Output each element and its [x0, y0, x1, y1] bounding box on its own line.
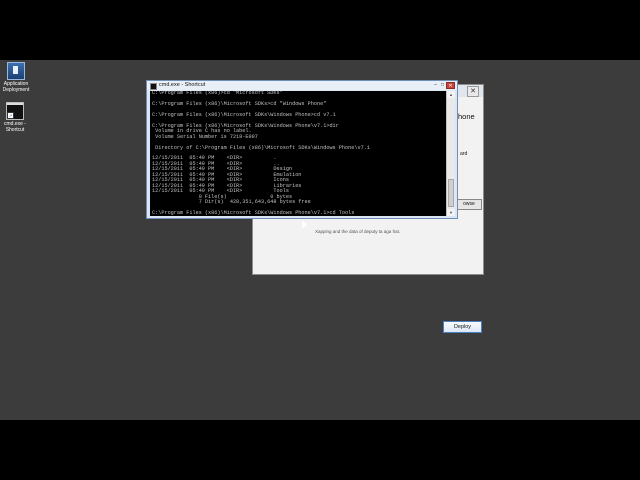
vertical-scrollbar[interactable]: ▲ ▼	[446, 91, 455, 216]
cmd-icon	[150, 83, 157, 90]
cmd-window: cmd.exe - Shortcut – □ ✕ C:\Program File…	[146, 80, 458, 219]
cmd-titlebar[interactable]: cmd.exe - Shortcut – □ ✕	[147, 81, 457, 90]
console-output[interactable]: C:\Program Files (x86)>cd "Microsoft SDK…	[150, 91, 448, 216]
desktop-icon-application-deployment[interactable]: Application Deployment	[0, 62, 34, 93]
scroll-up-icon[interactable]: ▲	[447, 91, 455, 98]
application-deployment-icon	[7, 62, 25, 80]
minimize-button[interactable]: –	[432, 82, 439, 89]
scrollbar-thumb[interactable]	[448, 179, 454, 207]
deploy-close-button[interactable]: ✕	[467, 86, 479, 97]
desktop-icon-label: Application Deployment	[2, 81, 30, 93]
close-button[interactable]: ✕	[446, 82, 455, 89]
cmd-icon: ↗	[6, 102, 24, 120]
cmd-window-title: cmd.exe - Shortcut	[159, 82, 206, 88]
deploy-button[interactable]: Deploy	[443, 321, 482, 333]
maximize-button[interactable]: □	[439, 82, 446, 89]
scroll-down-icon[interactable]: ▼	[447, 209, 455, 216]
desktop-icon-label: cmd.exe - Shortcut	[4, 121, 26, 133]
console-text: C:\Program Files (x86)>cd "Microsoft SDK…	[152, 91, 370, 216]
browse-button[interactable]: owse	[456, 199, 482, 210]
shortcut-arrow-icon: ↗	[7, 112, 14, 119]
deploy-label-fragment: ard	[460, 151, 468, 157]
deploy-title-fragment: hone	[458, 112, 475, 121]
desktop-icon-cmd-shortcut[interactable]: ↗ cmd.exe - Shortcut	[0, 102, 33, 133]
deploy-status-text: Xapping and the data of deputy ta aga ha…	[315, 229, 401, 234]
